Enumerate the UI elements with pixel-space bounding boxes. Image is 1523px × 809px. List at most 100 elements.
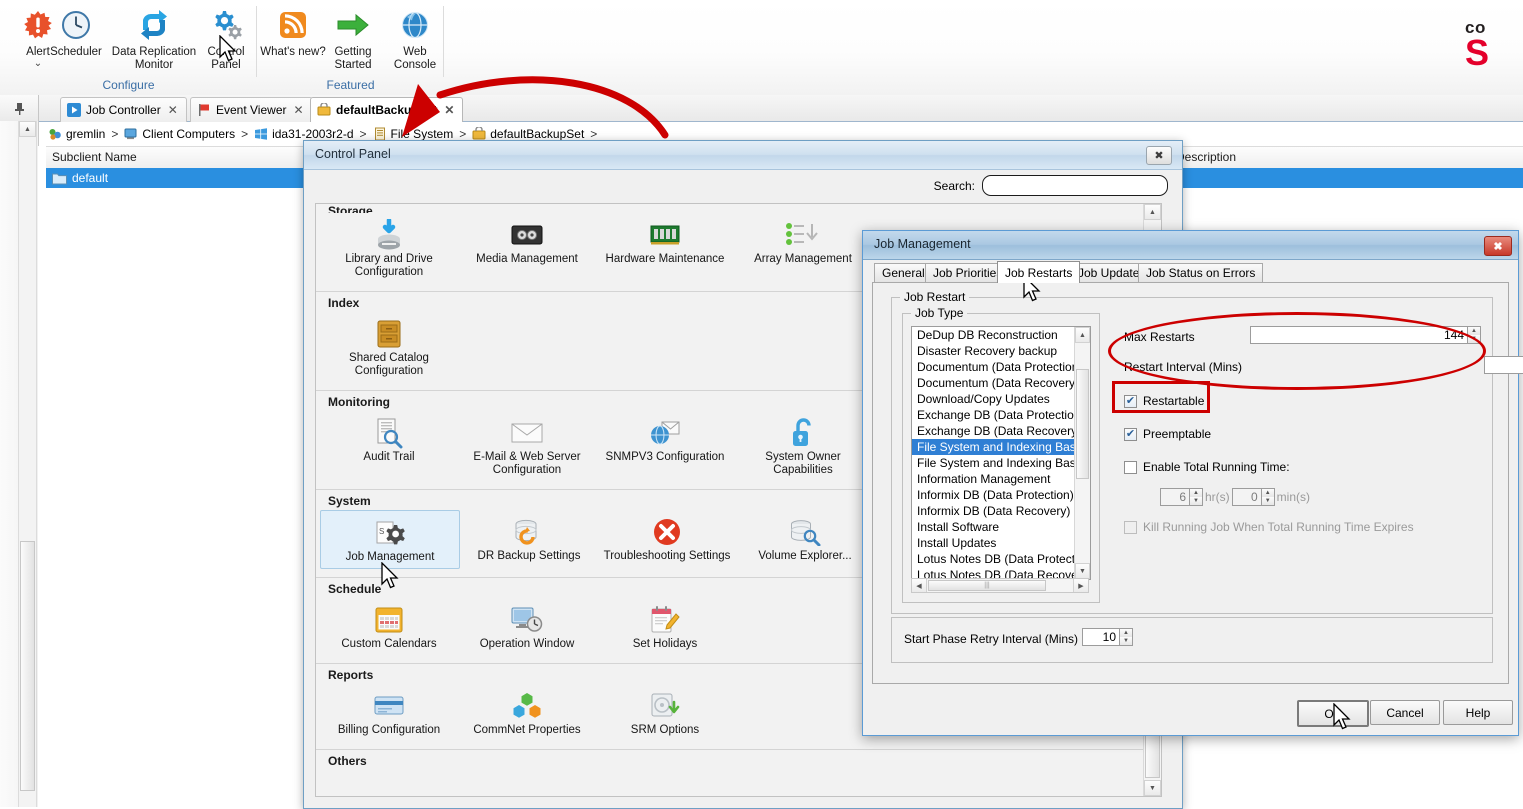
tile-commnet-properties[interactable]: CommNet Properties (458, 684, 596, 741)
tile-set-holidays[interactable]: Set Holidays (596, 598, 734, 655)
scroll-thumb[interactable] (1145, 734, 1160, 778)
ribbon-button-control-panel[interactable]: Control Panel (192, 4, 260, 72)
restartable-checkbox-row[interactable]: ✔ Restartable (1124, 394, 1204, 408)
max-restarts-stepper[interactable]: ▲▼ (1250, 326, 1481, 344)
start-phase-retry-input[interactable] (1082, 628, 1120, 646)
list-item[interactable]: Informix DB (Data Protection) (912, 487, 1090, 503)
tile-audit-trail[interactable]: Audit Trail (320, 411, 458, 481)
breadcrumb-item-gremlin[interactable]: gremlin (48, 127, 105, 141)
tile-troubleshooting-settings[interactable]: Troubleshooting Settings (598, 510, 736, 569)
list-item[interactable]: Install Updates (912, 535, 1090, 551)
preemptable-checkbox-row[interactable]: ✔ Preemptable (1124, 427, 1211, 441)
breadcrumb-item-client-computers[interactable]: Client Computers (124, 127, 235, 141)
restartable-checkbox[interactable]: ✔ (1124, 395, 1137, 408)
max-restarts-input[interactable] (1250, 326, 1468, 344)
spinner-arrows[interactable]: ▲▼ (1190, 488, 1203, 506)
spinner-arrows[interactable]: ▲▼ (1120, 628, 1133, 646)
restart-interval-stepper[interactable]: ▲▼ (1484, 356, 1523, 374)
tile-billing-configuration[interactable]: Billing Configuration (320, 684, 458, 741)
chevron-down-icon[interactable]: ⌄ (4, 59, 72, 69)
tile-srm-options[interactable]: SRM Options (596, 684, 734, 741)
tile-system-owner-capabilities[interactable]: System Owner Capabilities (734, 411, 872, 481)
start-phase-retry-stepper[interactable]: ▲▼ (1082, 628, 1133, 646)
tab-event-viewer[interactable]: Event Viewer ✕ (190, 97, 313, 122)
kill-running-job-checkbox-row[interactable]: Kill Running Job When Total Running Time… (1124, 520, 1414, 534)
list-item[interactable]: Lotus Notes DB (Data Protection) (912, 551, 1090, 567)
tile-library-and-drive-configuration[interactable]: Library and Drive Configuration (320, 213, 458, 283)
tile-array-management[interactable]: Array Management (734, 213, 872, 283)
tab-job-controller[interactable]: Job Controller ✕ (60, 97, 187, 122)
tile-operation-window[interactable]: Operation Window (458, 598, 596, 655)
breadcrumb-item-file-system[interactable]: File System (373, 127, 454, 141)
scroll-thumb[interactable] (20, 541, 35, 791)
ribbon-button-getting-started[interactable]: Getting Started (319, 4, 387, 72)
grid-column-description[interactable]: Description (1176, 150, 1236, 164)
scroll-up-arrow-icon[interactable]: ▲ (1144, 204, 1161, 220)
tab-close-icon[interactable]: ✕ (293, 103, 303, 117)
list-item[interactable]: Exchange DB (Data Recovery) (912, 423, 1090, 439)
tile-job-management[interactable]: S Job Management (320, 510, 460, 569)
list-item[interactable]: Information Management (912, 471, 1090, 487)
tile-media-management[interactable]: Media Management (458, 213, 596, 283)
list-item[interactable]: Disaster Recovery backup (912, 343, 1090, 359)
tab-job-status-on-errors[interactable]: Job Status on Errors (1138, 263, 1263, 282)
ribbon-button-scheduler[interactable]: Scheduler (42, 4, 110, 59)
search-input[interactable] (982, 175, 1168, 196)
help-button[interactable]: Help (1443, 700, 1513, 725)
tile-email-web-server-configuration[interactable]: E-Mail & Web Server Configuration (458, 411, 596, 481)
list-item[interactable]: Install Software (912, 519, 1090, 535)
enable-total-running-time-checkbox[interactable] (1124, 461, 1137, 474)
pin-button[interactable] (0, 95, 39, 121)
job-type-vertical-scrollbar[interactable]: ▲ ▼ (1074, 327, 1090, 579)
enable-total-running-time-checkbox-row[interactable]: Enable Total Running Time: (1124, 460, 1290, 474)
job-management-close-button[interactable]: ✖ (1484, 236, 1512, 256)
spinner-arrows[interactable]: ▲▼ (1262, 488, 1275, 506)
restart-interval-input[interactable] (1484, 356, 1523, 374)
scroll-up-arrow-icon[interactable]: ▲ (1075, 327, 1090, 343)
tile-dr-backup-settings[interactable]: DR Backup Settings (460, 510, 598, 569)
scroll-thumb[interactable] (1076, 369, 1089, 479)
tile-custom-calendars[interactable]: Custom Calendars (320, 598, 458, 655)
list-item[interactable]: DeDup DB Reconstruction (912, 327, 1090, 343)
scroll-right-arrow-icon[interactable]: ▶ (1073, 579, 1088, 592)
preemptable-checkbox[interactable]: ✔ (1124, 428, 1137, 441)
scroll-down-arrow-icon[interactable]: ▼ (1075, 563, 1090, 579)
tab-close-icon[interactable]: ✕ (444, 103, 454, 117)
tile-volume-explorer[interactable]: Volume Explorer... (736, 510, 874, 569)
ribbon-button-web-console[interactable]: Web Console (381, 4, 449, 72)
ribbon-button-data-replication-monitor[interactable]: Data Replication Monitor (106, 4, 202, 72)
scroll-down-arrow-icon[interactable]: ▼ (1144, 780, 1161, 796)
breadcrumb-item-client[interactable]: ida31-2003r2-d (254, 127, 353, 141)
list-item[interactable]: Documentum (Data Protection) (912, 359, 1090, 375)
total-running-time-minutes-input[interactable] (1232, 488, 1262, 506)
tile-shared-catalog-configuration[interactable]: Shared Catalog Configuration (320, 312, 458, 382)
tile-hardware-maintenance[interactable]: Hardware Maintenance (596, 213, 734, 283)
list-item-selected[interactable]: File System and Indexing Based (Da (912, 439, 1090, 455)
job-type-horizontal-scrollbar[interactable]: ◀ ||| ▶ (911, 578, 1089, 593)
tab-job-restarts[interactable]: Job Restarts (997, 261, 1080, 283)
tab-general[interactable]: General (874, 263, 933, 282)
job-type-listbox[interactable]: DeDup DB Reconstruction Disaster Recover… (911, 326, 1091, 580)
ribbon-button-whats-new[interactable]: What's new? (259, 4, 327, 59)
total-running-time-minutes-stepper[interactable]: ▲▼ (1232, 488, 1275, 506)
cancel-button[interactable]: Cancel (1370, 700, 1440, 725)
tab-close-icon[interactable]: ✕ (168, 103, 178, 117)
breadcrumb-item-defaultbackupset[interactable]: defaultBackupSet (472, 127, 584, 141)
list-item[interactable]: Download/Copy Updates (912, 391, 1090, 407)
control-panel-close-button[interactable]: ✖ (1146, 146, 1172, 165)
control-panel-titlebar[interactable]: Control Panel ✖ (304, 141, 1182, 170)
total-running-time-hours-stepper[interactable]: ▲▼ (1160, 488, 1203, 506)
list-item[interactable]: File System and Indexing Based (Da (912, 455, 1090, 471)
left-panel-scrollbar[interactable]: ▲ (18, 121, 37, 807)
tab-defaultbackupset[interactable]: defaultBackupSet ✕ (310, 97, 463, 122)
list-item[interactable]: Informix DB (Data Recovery) (912, 503, 1090, 519)
list-item[interactable]: Documentum (Data Recovery) (912, 375, 1090, 391)
total-running-time-hours-input[interactable] (1160, 488, 1190, 506)
scroll-thumb[interactable]: ||| (928, 580, 1046, 591)
ok-button[interactable]: OK (1297, 700, 1369, 727)
scroll-left-arrow-icon[interactable]: ◀ (912, 579, 927, 592)
scroll-up-arrow-icon[interactable]: ▲ (19, 121, 36, 137)
tile-snmpv3-configuration[interactable]: SNMPV3 Configuration (596, 411, 734, 481)
list-item[interactable]: Exchange DB (Data Protection) (912, 407, 1090, 423)
grid-column-subclient-name[interactable]: Subclient Name (52, 150, 137, 164)
